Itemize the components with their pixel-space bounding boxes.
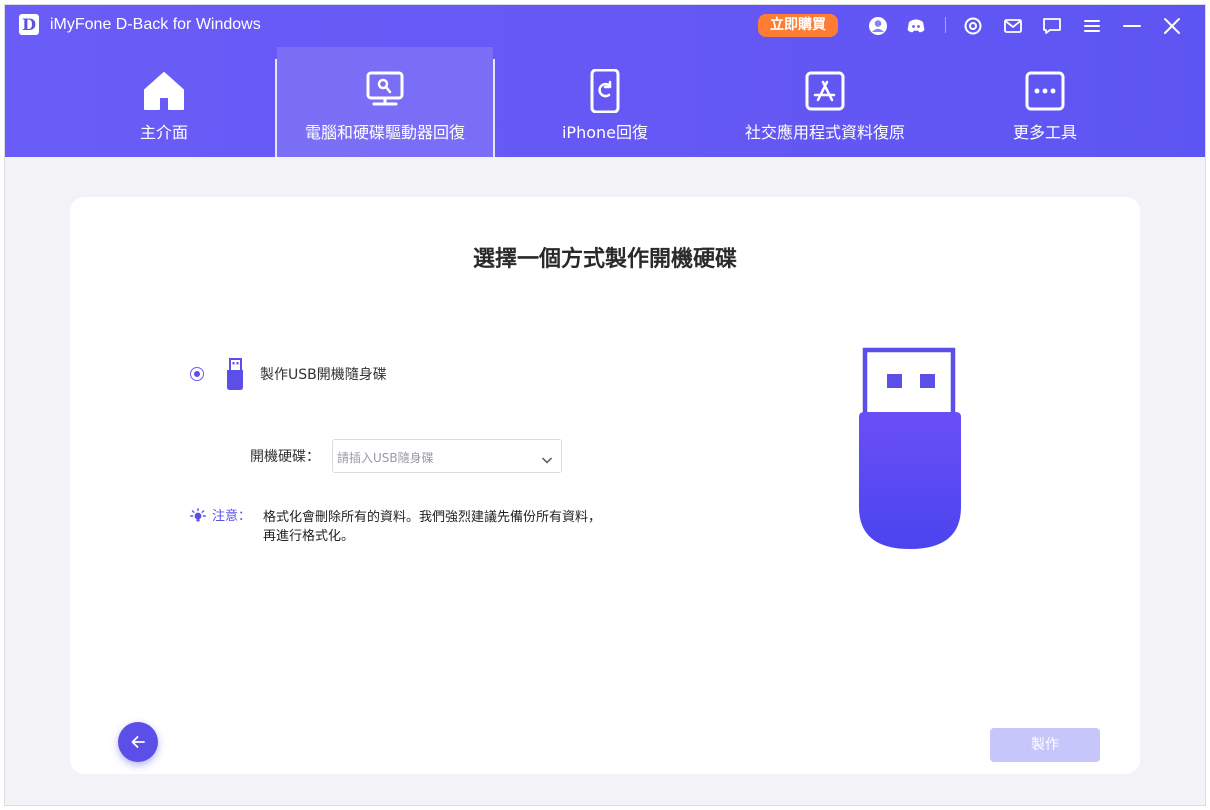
usb-drive-icon [225, 357, 245, 391]
menu-icon[interactable] [1081, 15, 1103, 37]
boot-disk-label: 開機硬碟： [250, 449, 320, 465]
nav-label-home: 主介面 [139, 123, 188, 142]
usb-option-label[interactable]: 製作USB開機隨身碟 [260, 366, 387, 384]
usb-drive-illustration [855, 347, 965, 552]
toolbar-separator [945, 17, 946, 33]
boot-disk-placeholder: 請插入USB隨身碟 [337, 451, 434, 465]
minimize-icon[interactable] [1121, 15, 1143, 37]
usb-option-radio[interactable] [190, 367, 204, 381]
nav-label-social-app-recovery: 社交應用程式資料復原 [744, 123, 905, 142]
nav-item-home[interactable]: 主介面 [53, 47, 275, 157]
nav-label-iphone-recovery: iPhone回復 [561, 123, 648, 142]
nav-label-more-tools: 更多工具 [1012, 123, 1077, 142]
arrow-left-icon [131, 736, 145, 748]
nav-item-more-tools[interactable]: 更多工具 [935, 47, 1155, 157]
nav-label-pc-recovery: 電腦和硬碟驅動器回復 [304, 123, 465, 142]
home-icon [142, 69, 186, 113]
app-store-icon [803, 69, 847, 113]
chevron-down-icon [541, 451, 553, 464]
back-button[interactable] [118, 722, 158, 762]
main-card: 選擇一個方式製作開機硬碟 製作USB開機隨身碟 開機硬碟： 請插入USB隨身碟 … [70, 197, 1140, 774]
discord-icon[interactable] [905, 15, 927, 37]
nav-item-pc-recovery[interactable]: 電腦和硬碟驅動器回復 [277, 47, 493, 157]
iphone-icon [583, 68, 627, 114]
close-icon[interactable] [1161, 15, 1183, 37]
header: D iMyFone D-Back for Windows 立即購買 主介面 電腦… [5, 5, 1205, 157]
app-title: iMyFone D-Back for Windows [50, 16, 261, 33]
note-label: 注意： [212, 509, 252, 524]
lightbulb-icon [190, 508, 206, 524]
page-title: 選擇一個方式製作開機硬碟 [472, 246, 737, 272]
account-icon[interactable] [867, 15, 889, 37]
app-logo: D [19, 14, 39, 35]
feedback-icon[interactable] [1041, 15, 1063, 37]
title-bar: D iMyFone D-Back for Windows 立即購買 [5, 5, 1205, 47]
more-tools-icon [1023, 69, 1067, 113]
buy-now-button[interactable]: 立即購買 [758, 14, 838, 37]
mail-icon[interactable] [1002, 15, 1024, 37]
settings-icon[interactable] [962, 15, 984, 37]
nav-item-iphone-recovery[interactable]: iPhone回復 [495, 47, 715, 157]
pc-recovery-icon [363, 69, 407, 113]
make-button[interactable]: 製作 [990, 728, 1100, 762]
boot-disk-dropdown[interactable]: 請插入USB隨身碟 [332, 439, 562, 473]
nav-item-social-app-recovery[interactable]: 社交應用程式資料復原 [715, 47, 935, 157]
app-window: D iMyFone D-Back for Windows 立即購買 主介面 電腦… [5, 5, 1205, 805]
note-text: 格式化會刪除所有的資料。我們強烈建議先備份所有資料，再進行格式化。 [263, 510, 602, 544]
